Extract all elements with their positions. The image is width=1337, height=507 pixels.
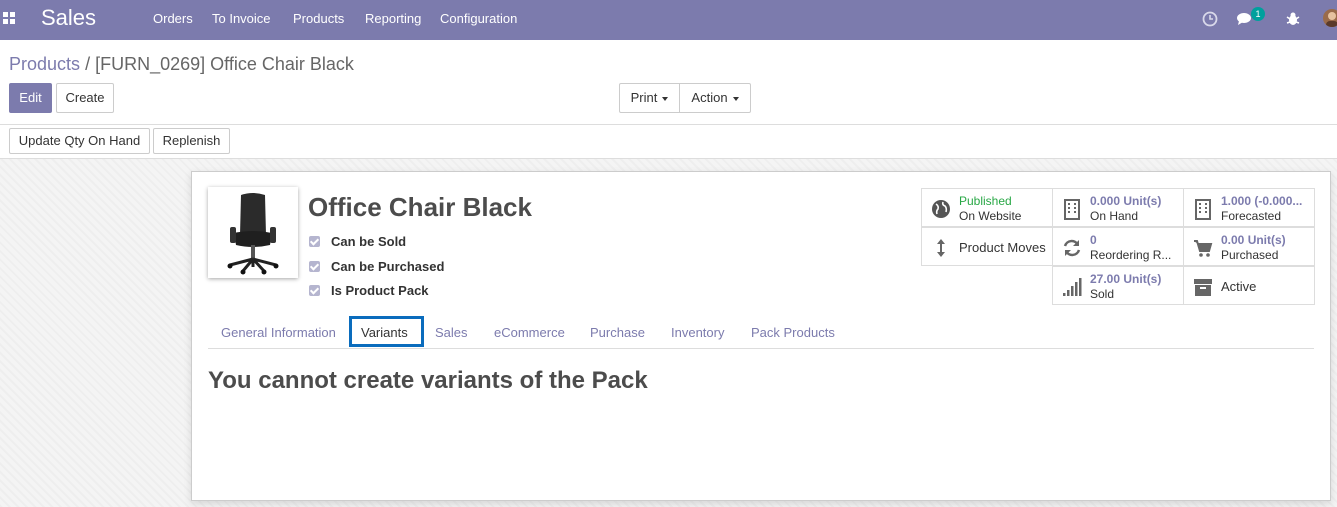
action-label: Action bbox=[691, 90, 728, 105]
on-hand-value: 0.000 Unit(s) bbox=[1090, 194, 1162, 208]
tab-ecommerce[interactable]: eCommerce bbox=[494, 325, 565, 340]
breadcrumb-current: [FURN_0269] Office Chair Black bbox=[95, 54, 354, 74]
menu-orders[interactable]: Orders bbox=[153, 11, 193, 26]
product-moves-label: Product Moves bbox=[959, 240, 1046, 255]
user-avatar[interactable] bbox=[1323, 9, 1337, 27]
menu-reporting[interactable]: Reporting bbox=[365, 11, 421, 26]
debug-bug-icon[interactable] bbox=[1284, 10, 1302, 28]
can-be-sold-checkbox[interactable] bbox=[309, 236, 320, 247]
menu-configuration[interactable]: Configuration bbox=[440, 11, 517, 26]
active-toggle-button[interactable]: Active bbox=[1183, 266, 1315, 305]
is-product-pack-label: Is Product Pack bbox=[331, 283, 429, 298]
on-hand-label: On Hand bbox=[1090, 209, 1139, 223]
website-status: Published bbox=[959, 194, 1012, 208]
building-icon bbox=[1064, 199, 1080, 220]
forecasted-label: Forecasted bbox=[1221, 209, 1282, 223]
website-published-button[interactable]: Published On Website bbox=[921, 188, 1053, 227]
can-be-sold-label: Can be Sold bbox=[331, 234, 407, 249]
tab-divider bbox=[208, 348, 1314, 349]
create-button[interactable]: Create bbox=[56, 83, 114, 113]
replenish-button[interactable]: Replenish bbox=[153, 128, 230, 154]
update-qty-button[interactable]: Update Qty On Hand bbox=[9, 128, 150, 154]
archive-icon bbox=[1194, 279, 1212, 296]
variants-notice: You cannot create variants of the Pack bbox=[208, 367, 648, 394]
globe-icon bbox=[932, 200, 950, 218]
purchased-button[interactable]: 0.00 Unit(s) Purchased bbox=[1183, 227, 1315, 266]
signal-icon bbox=[1063, 278, 1082, 296]
tab-general-information[interactable]: General Information bbox=[221, 325, 336, 340]
print-dropdown[interactable]: Print bbox=[619, 83, 680, 113]
breadcrumb-separator: / bbox=[85, 54, 91, 74]
top-navbar: Sales Orders To Invoice Products Reporti… bbox=[0, 0, 1337, 40]
sold-button[interactable]: 27.00 Unit(s) Sold bbox=[1052, 266, 1184, 305]
product-name[interactable]: Office Chair Black bbox=[308, 192, 532, 223]
sold-value: 27.00 Unit(s) bbox=[1090, 272, 1162, 286]
action-dropdown[interactable]: Action bbox=[679, 83, 751, 113]
tab-inventory[interactable]: Inventory bbox=[671, 325, 724, 340]
office-chair-image bbox=[227, 193, 279, 275]
tab-purchase[interactable]: Purchase bbox=[590, 325, 645, 340]
caret-down-icon bbox=[732, 96, 739, 101]
activity-clock-icon[interactable] bbox=[1201, 10, 1219, 28]
caret-down-icon bbox=[662, 96, 669, 101]
tab-sales[interactable]: Sales bbox=[435, 325, 468, 340]
reordering-label: Reordering R... bbox=[1090, 248, 1172, 262]
active-status: Active bbox=[1221, 279, 1257, 294]
print-label: Print bbox=[630, 90, 658, 105]
reordering-value: 0 bbox=[1090, 233, 1097, 247]
divider bbox=[0, 124, 1337, 125]
sold-label: Sold bbox=[1090, 287, 1115, 301]
cart-icon bbox=[1194, 240, 1213, 257]
refresh-icon bbox=[1063, 239, 1081, 257]
messages-count-badge: 1 bbox=[1251, 7, 1265, 21]
website-label: On Website bbox=[959, 209, 1022, 223]
reordering-rules-button[interactable]: 0 Reordering R... bbox=[1052, 227, 1184, 266]
arrows-v-icon bbox=[937, 239, 945, 257]
product-moves-button[interactable]: Product Moves bbox=[921, 227, 1053, 266]
app-title[interactable]: Sales bbox=[41, 5, 96, 31]
apps-grid-icon[interactable] bbox=[3, 12, 17, 26]
menu-products[interactable]: Products bbox=[293, 11, 344, 26]
forecasted-button[interactable]: 1.000 (-0.000... Forecasted bbox=[1183, 188, 1315, 227]
purchased-value: 0.00 Unit(s) bbox=[1221, 233, 1286, 247]
tab-pack-products[interactable]: Pack Products bbox=[751, 325, 835, 340]
menu-to-invoice[interactable]: To Invoice bbox=[212, 11, 271, 26]
purchased-label: Purchased bbox=[1221, 248, 1279, 262]
forecasted-value: 1.000 (-0.000... bbox=[1221, 194, 1303, 208]
product-image[interactable] bbox=[208, 187, 298, 278]
breadcrumb-products-link[interactable]: Products bbox=[9, 54, 80, 74]
on-hand-button[interactable]: 0.000 Unit(s) On Hand bbox=[1052, 188, 1184, 227]
building-icon bbox=[1195, 199, 1211, 220]
can-be-purchased-label: Can be Purchased bbox=[331, 259, 445, 274]
can-be-purchased-checkbox[interactable] bbox=[309, 261, 320, 272]
breadcrumb: Products / [FURN_0269] Office Chair Blac… bbox=[9, 54, 354, 75]
tab-variants[interactable]: Variants bbox=[361, 325, 408, 340]
is-product-pack-checkbox[interactable] bbox=[309, 285, 320, 296]
edit-button[interactable]: Edit bbox=[9, 83, 52, 113]
